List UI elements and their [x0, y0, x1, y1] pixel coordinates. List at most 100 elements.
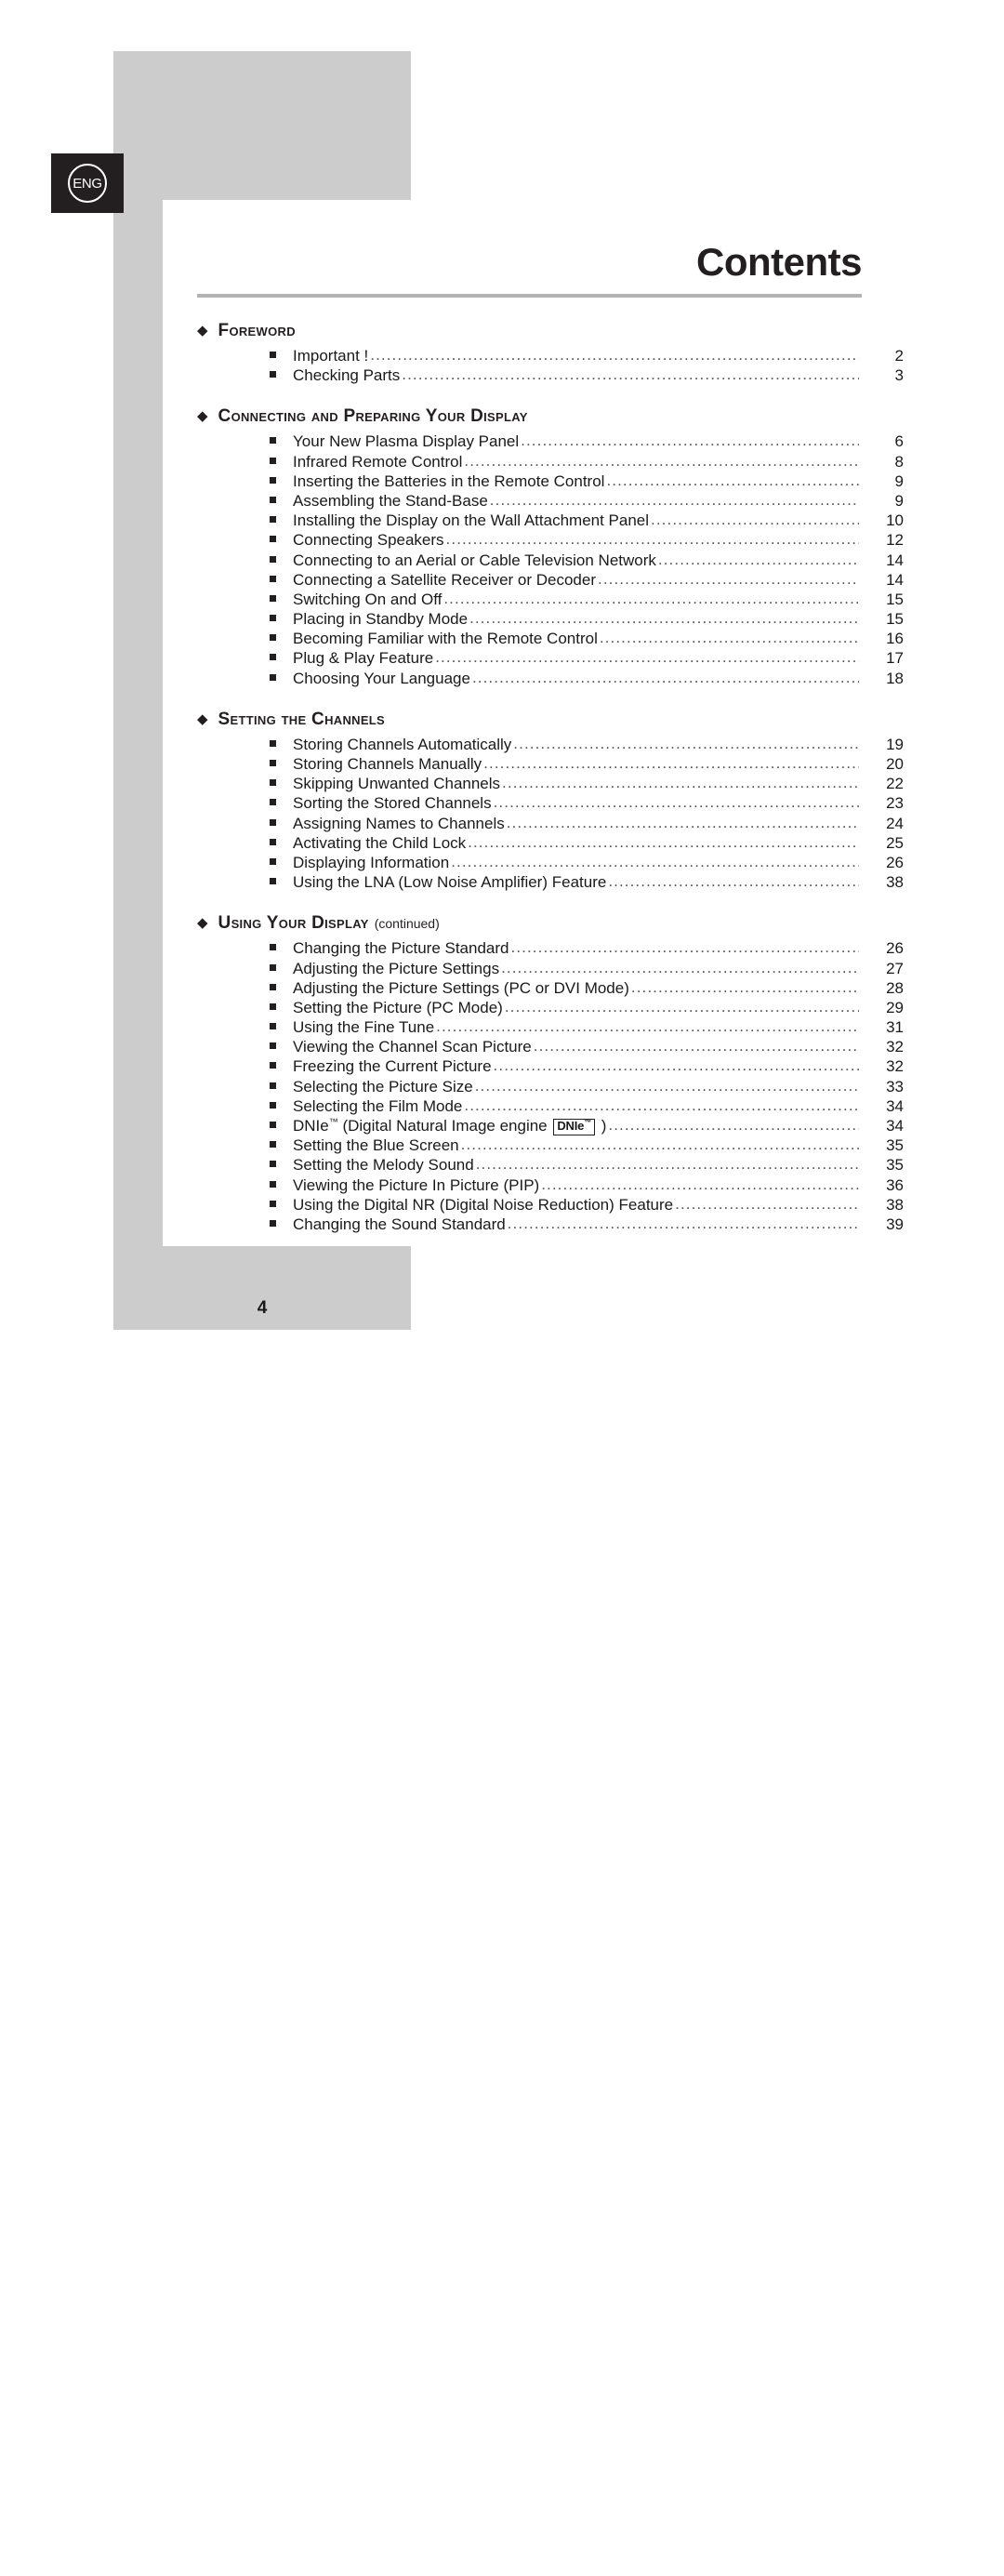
- toc-entry[interactable]: Using the Fine Tune.....................…: [270, 1017, 904, 1038]
- toc-entry[interactable]: Installing the Display on the Wall Attac…: [270, 511, 904, 531]
- toc-entry-page-number: 15: [886, 590, 904, 608]
- square-bullet-icon: [270, 983, 276, 990]
- toc-entry[interactable]: Inserting the Batteries in the Remote Co…: [270, 471, 904, 492]
- toc-entry[interactable]: Selecting the Picture Size..............…: [270, 1077, 904, 1097]
- toc-entry-label: Plug & Play Feature: [293, 649, 434, 668]
- toc-section-title: Setting the Channels: [218, 709, 385, 729]
- toc-entry[interactable]: Connecting a Satellite Receiver or Decod…: [270, 570, 904, 591]
- toc-entry-page-number: 29: [886, 998, 904, 1016]
- toc-entry-page-number: 32: [886, 1057, 904, 1076]
- toc-section-suffix: (continued): [374, 916, 440, 932]
- dot-leader: ........................................…: [521, 432, 859, 450]
- square-bullet-icon: [270, 555, 276, 563]
- square-bullet-icon: [270, 352, 276, 358]
- trademark-symbol: ™: [584, 1118, 591, 1127]
- toc-entry-page-number: 14: [886, 551, 904, 569]
- toc-entry[interactable]: Sorting the Stored Channels.............…: [270, 793, 904, 814]
- toc-entry[interactable]: Storing Channels Automatically..........…: [270, 735, 904, 755]
- square-bullet-icon: [270, 799, 276, 806]
- toc-entry-label: Adjusting the Picture Settings: [293, 959, 500, 977]
- toc-entry[interactable]: Checking Parts..........................…: [270, 365, 904, 386]
- toc-section-header: ◆ Foreword: [197, 321, 904, 341]
- toc-entry[interactable]: Changing the Picture Standard...........…: [270, 938, 904, 959]
- toc-entry[interactable]: Assigning Names to Channels.............…: [270, 814, 904, 834]
- toc-entry[interactable]: Infrared Remote Control.................…: [270, 452, 904, 472]
- toc-entry[interactable]: Activating the Child Lock...............…: [270, 832, 904, 854]
- toc-section-title: Foreword: [218, 321, 296, 340]
- dot-leader: ........................................…: [501, 958, 859, 976]
- toc-entry-label: Sorting the Stored Channels: [293, 794, 492, 813]
- square-bullet-icon: [270, 1082, 276, 1089]
- toc-entry[interactable]: Changing the Sound Standard.............…: [270, 1215, 904, 1235]
- toc-entry[interactable]: Connecting Speakers.....................…: [270, 530, 904, 551]
- dnie-logo-badge: DNIe™: [553, 1119, 595, 1135]
- square-bullet-icon: [270, 1003, 276, 1010]
- toc-entry-label: Becoming Familiar with the Remote Contro…: [293, 630, 598, 648]
- toc-entry-page-number: 24: [886, 814, 904, 832]
- dot-leader: ........................................…: [435, 648, 859, 667]
- toc-entry-label: DNIe™ (Digital Natural Image engine DNIe…: [293, 1117, 607, 1135]
- dot-leader: ........................................…: [464, 1095, 859, 1114]
- square-bullet-icon: [270, 857, 276, 865]
- square-bullet-icon: [270, 496, 276, 503]
- toc-entry-label: Placing in Standby Mode: [293, 610, 469, 629]
- toc-entry-page-number: 6: [894, 432, 904, 451]
- toc-entry-label: Infrared Remote Control: [293, 452, 463, 471]
- toc-entry[interactable]: Using the LNA (Low Noise Amplifier) Feat…: [270, 872, 904, 893]
- toc-entry[interactable]: Assembling the Stand-Base...............…: [270, 491, 904, 511]
- toc-entry-label: Storing Channels Automatically: [293, 735, 512, 753]
- toc-entry-page-number: 36: [886, 1175, 904, 1194]
- toc-entry-page-number: 27: [886, 959, 904, 977]
- toc-entry[interactable]: Selecting the Film Mode.................…: [270, 1095, 904, 1117]
- square-bullet-icon: [270, 1161, 276, 1168]
- square-bullet-icon: [270, 516, 276, 524]
- toc-entry[interactable]: Storing Channels Manually...............…: [270, 754, 904, 775]
- toc-entry-label: Inserting the Batteries in the Remote Co…: [293, 471, 605, 490]
- square-bullet-icon: [270, 1042, 276, 1050]
- toc-entry[interactable]: Plug & Play Feature.....................…: [270, 648, 904, 669]
- toc-entry-page-number: 14: [886, 570, 904, 589]
- dot-leader: ........................................…: [460, 1135, 859, 1154]
- square-bullet-icon: [270, 457, 276, 464]
- square-bullet-icon: [270, 634, 276, 642]
- toc-entry[interactable]: Skipping Unwanted Channels..............…: [270, 774, 904, 794]
- toc-entry[interactable]: Setting the Picture (PC Mode)...........…: [270, 998, 904, 1018]
- toc-entry[interactable]: Placing in Standby Mode.................…: [270, 609, 904, 630]
- toc-entry[interactable]: Setting the Blue Screen.................…: [270, 1135, 904, 1156]
- toc-entry-page-number: 34: [886, 1117, 904, 1135]
- square-bullet-icon: [270, 575, 276, 582]
- square-bullet-icon: [270, 594, 276, 602]
- toc-entry-page-number: 2: [894, 347, 904, 365]
- toc-entry[interactable]: Adjusting the Picture Settings..........…: [270, 958, 904, 979]
- toc-entry[interactable]: Adjusting the Picture Settings (PC or DV…: [270, 978, 904, 999]
- toc-entry[interactable]: Viewing the Picture In Picture (PIP)....…: [270, 1175, 904, 1196]
- toc-entry[interactable]: Switching On and Off....................…: [270, 590, 904, 610]
- dot-leader: ........................................…: [657, 550, 859, 568]
- diamond-bullet-icon: ◆: [197, 710, 208, 727]
- toc-entry[interactable]: Choosing Your Language..................…: [270, 669, 904, 689]
- dot-leader: ........................................…: [502, 774, 859, 792]
- toc-entry[interactable]: Displaying Information..................…: [270, 853, 904, 873]
- toc-entry-page-number: 31: [886, 1018, 904, 1037]
- toc-entry[interactable]: Becoming Familiar with the Remote Contro…: [270, 629, 904, 649]
- toc-entry[interactable]: Your New Plasma Display Panel...........…: [270, 432, 904, 452]
- dot-leader: ........................................…: [370, 346, 859, 364]
- page-number: 4: [257, 1298, 268, 1318]
- dot-leader: ........................................…: [468, 832, 859, 851]
- dot-leader: ........................................…: [475, 1155, 859, 1174]
- toc-entry[interactable]: DNIe™ (Digital Natural Image engine DNIe…: [270, 1116, 904, 1136]
- toc-entry-page-number: 20: [886, 755, 904, 773]
- dot-leader: ........................................…: [606, 471, 859, 489]
- toc-section-title: Connecting and Preparing Your Display: [218, 406, 528, 427]
- toc-entry-label: Assigning Names to Channels: [293, 814, 505, 832]
- toc-entry[interactable]: Important !.............................…: [270, 346, 904, 366]
- toc-entry[interactable]: Using the Digital NR (Digital Noise Redu…: [270, 1195, 904, 1215]
- decorative-frame-top-block: [113, 51, 411, 200]
- toc-entry-label: Assembling the Stand-Base: [293, 491, 488, 510]
- toc-entry[interactable]: Viewing the Channel Scan Picture........…: [270, 1037, 904, 1057]
- toc-entry[interactable]: Connecting to an Aerial or Cable Televis…: [270, 551, 904, 571]
- square-bullet-icon: [270, 371, 276, 378]
- toc-entry-label: Viewing the Picture In Picture (PIP): [293, 1175, 540, 1194]
- toc-entry[interactable]: Freezing the Current Picture............…: [270, 1056, 904, 1077]
- toc-entry[interactable]: Setting the Melody Sound................…: [270, 1155, 904, 1175]
